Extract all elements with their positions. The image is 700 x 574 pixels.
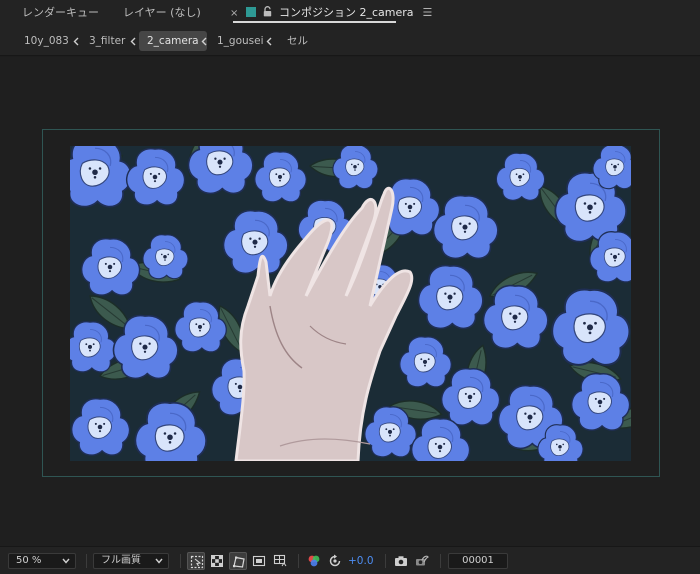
reset-exposure-icon[interactable] bbox=[326, 552, 344, 570]
tab-render-queue[interactable]: レンダーキュー bbox=[22, 4, 99, 22]
chevron-down-icon bbox=[62, 558, 70, 564]
chevron-down-icon bbox=[155, 558, 163, 564]
chevron-left-icon bbox=[201, 31, 209, 51]
divider bbox=[298, 554, 299, 568]
safe-margins-icon[interactable] bbox=[250, 552, 268, 570]
exposure-value[interactable]: +0.0 bbox=[348, 553, 374, 569]
snapshot-camera-icon[interactable] bbox=[392, 552, 410, 570]
divider bbox=[440, 554, 441, 568]
composition-navigator: 10y_083 3_filter 2_camera 1_gousei セル bbox=[0, 26, 700, 56]
breadcrumb-item-active[interactable]: 2_camera bbox=[139, 31, 207, 51]
active-tab-indicator bbox=[233, 21, 396, 23]
viewer-toolbar: 50 % フル画質 +0.0 00001 bbox=[0, 546, 700, 574]
resolution-dropdown[interactable]: フル画質 bbox=[93, 553, 169, 569]
composition-viewer[interactable] bbox=[0, 57, 700, 546]
current-time-field[interactable]: 00001 bbox=[448, 553, 508, 569]
show-snapshot-icon[interactable] bbox=[413, 552, 431, 570]
breadcrumb-item[interactable]: 1_gousei bbox=[217, 31, 264, 51]
resolution-value: フル画質 bbox=[101, 555, 141, 566]
breadcrumb-item[interactable]: 10y_083 bbox=[24, 31, 69, 51]
divider bbox=[385, 554, 386, 568]
tab-layer[interactable]: レイヤー (なし) bbox=[123, 4, 201, 22]
panel-menu-icon[interactable]: ☰ bbox=[423, 4, 433, 22]
chevron-left-icon bbox=[130, 31, 138, 51]
mask-path-visibility-icon[interactable] bbox=[229, 552, 247, 570]
composition-preview-image bbox=[70, 146, 631, 461]
chevron-left-icon bbox=[73, 31, 81, 51]
magnification-dropdown[interactable]: 50 % bbox=[8, 553, 76, 569]
color-channels-icon[interactable] bbox=[305, 552, 323, 570]
lock-icon[interactable] bbox=[263, 5, 273, 17]
divider bbox=[180, 554, 181, 568]
composition-color-label-icon bbox=[246, 7, 256, 17]
chevron-left-icon bbox=[266, 31, 274, 51]
magnification-value: 50 % bbox=[16, 555, 42, 566]
panel-tab-bar: レンダーキュー レイヤー (なし) × コンポジション 2_camera ☰ bbox=[0, 0, 700, 26]
region-of-interest-icon[interactable] bbox=[187, 552, 205, 570]
breadcrumb-item[interactable]: 3_filter bbox=[89, 31, 125, 51]
tab-composition[interactable]: × コンポジション 2_camera ☰ bbox=[230, 4, 432, 22]
breadcrumb-item[interactable]: セル bbox=[287, 31, 308, 51]
grid-guides-icon[interactable] bbox=[271, 552, 289, 570]
divider bbox=[86, 554, 87, 568]
composition-tab-title: コンポジション 2_camera bbox=[279, 6, 414, 19]
transparency-grid-icon[interactable] bbox=[208, 552, 226, 570]
